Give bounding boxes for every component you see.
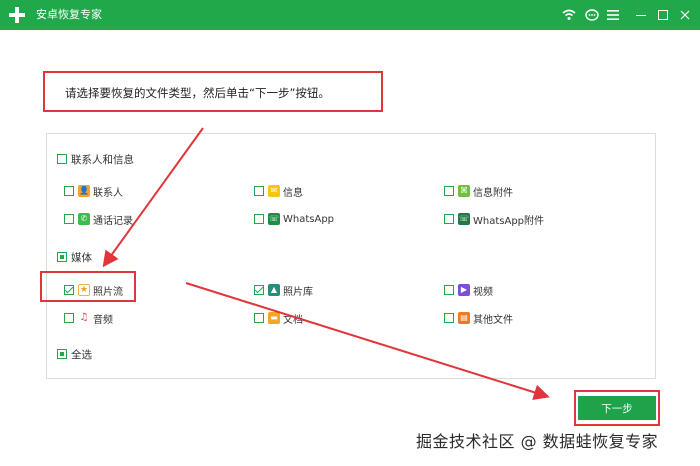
option-video[interactable]: ▶ 视频 [444, 282, 493, 298]
wifi-icon[interactable] [560, 6, 578, 24]
file-type-panel: 联系人和信息 👤 联系人 ✉ 信息 ⌘ 信息附件 ✆ 通话记录 ☏ WhatsA… [46, 133, 656, 379]
option-label: 信息附件 [473, 187, 513, 199]
title-bar: 安卓恢复专家 [0, 0, 700, 30]
checkbox[interactable] [254, 186, 264, 196]
contacts-group-checkbox[interactable] [57, 154, 67, 164]
phone-icon: ✆ [78, 213, 90, 225]
message-icon: ✉ [268, 185, 280, 197]
video-icon: ▶ [458, 284, 470, 296]
photo-icon: ▲ [268, 284, 280, 296]
option-photo-library[interactable]: ▲ 照片库 [254, 282, 313, 298]
option-message-attachments[interactable]: ⌘ 信息附件 [444, 183, 513, 199]
checkbox[interactable] [254, 313, 264, 323]
media-group-checkbox[interactable] [57, 252, 67, 262]
checkbox[interactable] [254, 285, 264, 295]
watermark-text: 掘金技术社区 @ 数据蛙恢复专家 [416, 432, 659, 451]
photo-stream-highlight [40, 271, 136, 302]
checkbox[interactable] [444, 214, 454, 224]
option-label: 通话记录 [93, 215, 133, 227]
option-label: 文档 [283, 314, 303, 326]
checkbox[interactable] [444, 186, 454, 196]
next-button[interactable]: 下一步 [578, 396, 656, 420]
option-documents[interactable]: ▬ 文档 [254, 310, 303, 326]
option-audio[interactable]: ♫ 音频 [64, 310, 113, 326]
option-whatsapp-attachments[interactable]: ☏ WhatsApp附件 [444, 211, 544, 227]
checkbox[interactable] [444, 285, 454, 295]
music-icon: ♫ [78, 312, 90, 324]
select-all-checkbox[interactable] [57, 349, 67, 359]
option-label: WhatsApp [283, 213, 335, 225]
option-label: 视频 [473, 286, 493, 298]
option-other-files[interactable]: ▤ 其他文件 [444, 310, 513, 326]
option-messages[interactable]: ✉ 信息 [254, 183, 303, 199]
chat-icon[interactable] [583, 6, 601, 24]
instruction-highlight: 请选择要恢复的文件类型，然后单击“下一步”按钮。 [43, 71, 383, 112]
app-logo-icon [8, 6, 26, 24]
whatsapp-icon: ☏ [268, 213, 280, 225]
option-call-log[interactable]: ✆ 通话记录 [64, 211, 133, 227]
checkbox[interactable] [444, 313, 454, 323]
checkbox[interactable] [64, 186, 74, 196]
checkbox[interactable] [64, 313, 74, 323]
minimize-icon[interactable] [632, 6, 650, 24]
option-label: WhatsApp附件 [473, 215, 545, 227]
close-icon[interactable] [676, 6, 694, 24]
contacts-icon: 👤 [78, 185, 90, 197]
attachment-icon: ⌘ [458, 185, 470, 197]
option-label: 其他文件 [473, 314, 513, 326]
whatsapp-attachment-icon: ☏ [458, 213, 470, 225]
maximize-icon[interactable] [654, 6, 672, 24]
option-label: 信息 [283, 187, 303, 199]
group-media[interactable]: 媒体 [57, 249, 92, 265]
checkbox[interactable] [64, 214, 74, 224]
option-label: 照片库 [283, 286, 313, 298]
folder-icon: ▬ [268, 312, 280, 324]
select-all[interactable]: 全选 [57, 346, 92, 362]
option-whatsapp[interactable]: ☏ WhatsApp [254, 211, 334, 227]
instruction-text: 请选择要恢复的文件类型，然后单击“下一步”按钮。 [65, 86, 330, 100]
option-contacts[interactable]: 👤 联系人 [64, 183, 123, 199]
file-icon: ▤ [458, 312, 470, 324]
checkbox[interactable] [254, 214, 264, 224]
option-label: 联系人 [93, 187, 123, 199]
group-contacts[interactable]: 联系人和信息 [57, 151, 134, 167]
option-label: 音频 [93, 314, 113, 326]
select-all-label: 全选 [71, 348, 92, 361]
menu-icon[interactable] [604, 6, 622, 24]
group-label: 联系人和信息 [71, 153, 134, 166]
group-label: 媒体 [71, 251, 92, 264]
app-title: 安卓恢复专家 [36, 8, 102, 21]
